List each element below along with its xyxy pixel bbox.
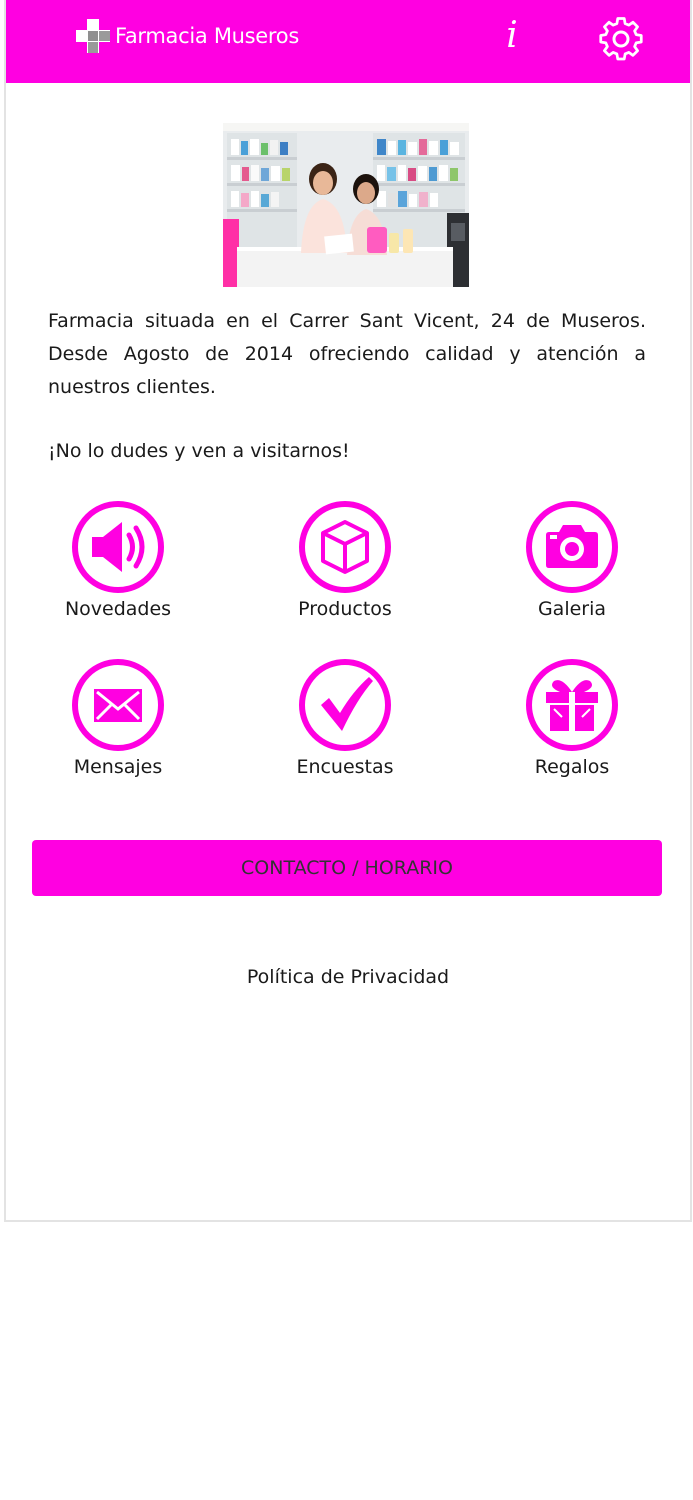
menu-label: Productos [298, 598, 392, 620]
gear-icon[interactable] [598, 16, 644, 62]
gift-icon [546, 680, 598, 731]
menu-encuestas[interactable]: Encuestas [245, 659, 445, 794]
box-icon [321, 520, 369, 574]
pharmacy-photo [223, 123, 469, 287]
envelope-icon [94, 689, 142, 722]
menu-galeria[interactable]: Galeria [472, 501, 672, 636]
contact-hours-button[interactable]: CONTACTO / HORARIO [32, 840, 662, 896]
menu-label: Encuestas [296, 756, 394, 778]
app-header: Farmacia Museros i [6, 0, 690, 83]
tagline: ¡No lo dudes y ven a visitarnos! [48, 440, 350, 462]
menu-productos[interactable]: Productos [245, 501, 445, 636]
menu-novedades[interactable]: Novedades [18, 501, 218, 636]
checkmark-icon [321, 677, 373, 731]
megaphone-icon [92, 522, 145, 572]
menu-regalos[interactable]: Regalos [472, 659, 672, 794]
menu-label: Mensajes [73, 756, 163, 778]
camera-icon [546, 525, 598, 568]
privacy-policy-link[interactable]: Política de Privacidad [6, 962, 690, 992]
app-title: Farmacia Museros [115, 24, 299, 48]
app-frame: Farmacia Museros i Farmacia situada en e… [4, 0, 692, 1222]
pharmacy-description: Farmacia situada en el Carrer Sant Vicen… [48, 310, 646, 398]
menu-label: Regalos [534, 756, 610, 778]
info-button[interactable]: i [494, 14, 530, 58]
menu-label: Galeria [537, 598, 607, 620]
menu-label: Novedades [64, 598, 172, 620]
pharmacy-cross-icon [76, 19, 110, 53]
menu-mensajes[interactable]: Mensajes [18, 659, 218, 794]
